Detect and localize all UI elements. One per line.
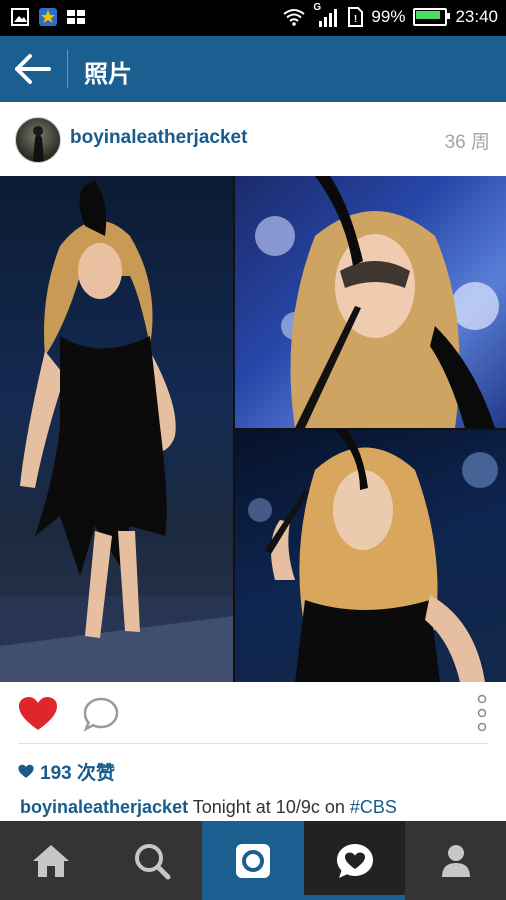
nav-active-indicator xyxy=(304,895,405,900)
nav-home[interactable] xyxy=(0,821,101,900)
back-button[interactable] xyxy=(14,53,52,85)
search-icon xyxy=(134,843,170,879)
more-options-button[interactable] xyxy=(476,694,488,732)
photo-panel-closeup xyxy=(235,176,506,428)
home-icon xyxy=(32,844,69,877)
profile-icon xyxy=(441,844,470,877)
battery-level xyxy=(416,11,441,19)
post-header: boyinaleatherjacket 36 周 xyxy=(0,102,506,176)
image-icon xyxy=(11,8,29,26)
actions-divider xyxy=(18,743,488,744)
svg-text:!: ! xyxy=(354,14,357,25)
runway-model-illustration xyxy=(0,181,233,682)
likes-text: 193 次赞 xyxy=(40,763,115,784)
closeup-model-illustration xyxy=(255,176,499,428)
sim-icon: ! xyxy=(348,7,364,27)
comment-button[interactable] xyxy=(82,696,120,732)
header-divider xyxy=(67,50,68,88)
heart-filled-icon xyxy=(19,697,57,730)
battery-icon xyxy=(413,8,451,26)
avatar[interactable] xyxy=(15,117,61,163)
nav-camera[interactable] xyxy=(202,821,304,900)
activity-heart-icon xyxy=(336,843,373,878)
more-vertical-icon xyxy=(477,694,487,732)
notification-star-icon xyxy=(39,8,57,26)
top-bar: 照片 xyxy=(0,36,506,102)
comment-bubble-icon xyxy=(83,697,119,732)
caption-hashtag[interactable]: #CBS xyxy=(350,797,397,817)
status-bar: G ! 99% 23:40 xyxy=(0,0,506,36)
signal-icon: G xyxy=(313,2,339,28)
like-button[interactable] xyxy=(18,696,58,732)
small-heart-icon xyxy=(18,764,34,778)
caption-text: Tonight at 10/9c on xyxy=(188,797,350,817)
camera-icon xyxy=(236,843,270,878)
page-title: 照片 xyxy=(84,61,132,88)
photo-panel-pose xyxy=(235,430,506,682)
post-actions xyxy=(0,682,506,744)
likes-count[interactable]: 193 次赞 xyxy=(18,758,115,785)
battery-percent: 99% xyxy=(371,7,406,26)
clock: 23:40 xyxy=(455,7,498,26)
avatar-person-silhouette xyxy=(33,126,44,162)
wifi-icon xyxy=(283,9,306,26)
post-caption: boyinaleatherjacket Tonight at 10/9c on … xyxy=(20,797,397,818)
post-photo[interactable] xyxy=(0,176,506,682)
nav-search[interactable] xyxy=(101,821,202,900)
photo-panel-runway xyxy=(0,176,233,682)
bottom-nav xyxy=(0,821,506,900)
post-username[interactable]: boyinaleatherjacket xyxy=(70,127,247,149)
pose-model-illustration xyxy=(248,430,498,682)
arrow-left-icon xyxy=(15,54,51,84)
post-time-ago: 36 周 xyxy=(444,132,490,153)
nav-activity[interactable] xyxy=(304,821,405,900)
nav-profile[interactable] xyxy=(405,821,506,900)
caption-username[interactable]: boyinaleatherjacket xyxy=(20,797,188,817)
app-grid-icon xyxy=(67,10,85,24)
